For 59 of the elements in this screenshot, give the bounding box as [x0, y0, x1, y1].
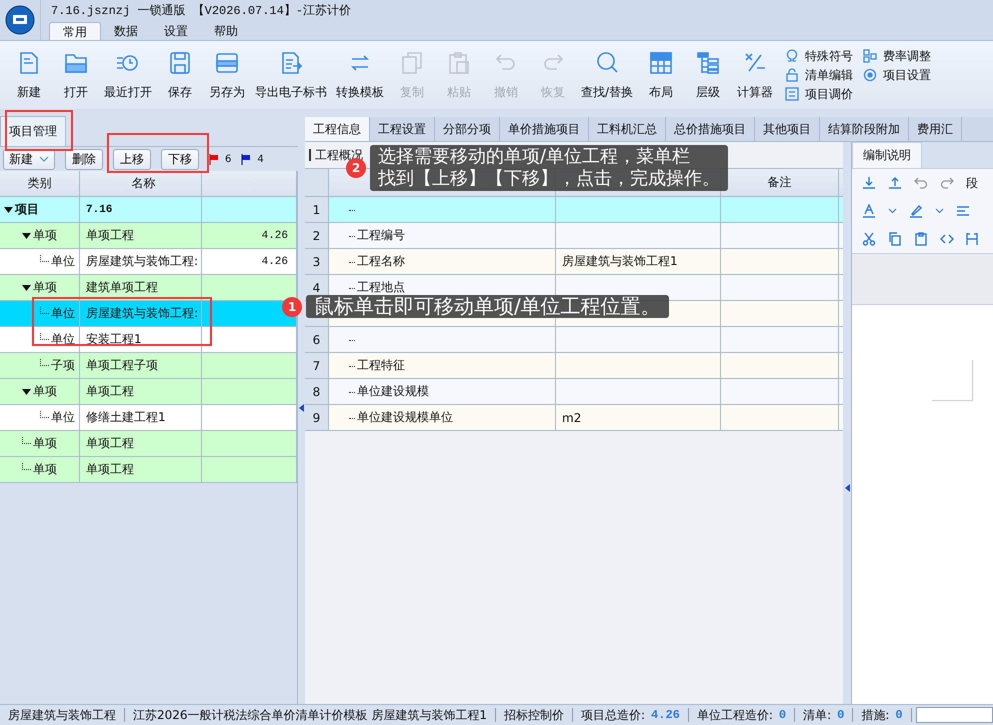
- tree-type: 单项: [33, 383, 57, 400]
- tree-name: 7.16: [86, 204, 112, 216]
- tree-type: 单项: [33, 435, 57, 452]
- tree-type: 子项: [51, 357, 75, 374]
- status-value: 0: [778, 708, 786, 722]
- column-header: 名称: [80, 171, 202, 196]
- tree-total: 4.26: [262, 230, 288, 242]
- tree-type: 单位: [51, 409, 75, 426]
- tree-total: 4.26: [262, 256, 288, 268]
- status-label: 单位工程造价:: [696, 706, 773, 724]
- row-number: 6: [312, 332, 320, 346]
- tree-name: 房屋建筑与装饰工程:: [86, 305, 198, 322]
- tree-name: 单项工程: [86, 435, 134, 452]
- tree-name: 单项工程子项: [86, 357, 158, 374]
- status-label: 措施:: [861, 706, 890, 724]
- field-name: 工程特征: [357, 357, 405, 374]
- status-label: 房屋建筑与装饰工程: [8, 706, 116, 724]
- status-value: 0: [837, 708, 844, 722]
- status-label: 江苏2026一般计税法综合单价清单计价模板 房屋建筑与装饰工程1: [133, 706, 487, 724]
- tree-name: 单项工程: [86, 227, 134, 244]
- tree-name: 建筑单项工程: [86, 279, 158, 296]
- flag-count: 6: [225, 154, 232, 164]
- tree-type: 单项: [33, 227, 57, 244]
- row-number: 4: [312, 280, 320, 294]
- tree-name: 修缮土建工程1: [86, 409, 166, 426]
- status-label: 项目总造价:: [581, 706, 646, 724]
- tooltip-text: 找到【上移】【下移】，点击，完成操作。: [378, 168, 720, 190]
- field-value: 房屋建筑与装饰工程1: [562, 253, 678, 270]
- row-number: 8: [312, 384, 320, 398]
- status-label: 清单:: [803, 706, 832, 724]
- field-name: 工程名称: [357, 253, 405, 270]
- row-number: 1: [312, 202, 320, 216]
- status-value: 4.26: [651, 708, 680, 722]
- row-number: 7: [312, 358, 320, 372]
- window-title: 7.16.jsznzj 一锁通版 【V2026.07.14】-江苏计价: [50, 3, 352, 20]
- tree-name: 单项工程: [86, 383, 134, 400]
- row-number: 9: [312, 410, 320, 424]
- tree-type: 单位: [51, 305, 75, 322]
- field-value: m2: [562, 410, 582, 424]
- tree-name: 单项工程: [86, 461, 134, 478]
- tree-name: 安装工程1: [86, 331, 142, 348]
- tree-type: 单位: [51, 331, 75, 348]
- tree-type: 单项: [33, 279, 57, 296]
- field-name: 单位建设规模: [357, 383, 429, 400]
- status-label: 招标控制价: [504, 706, 564, 724]
- row-number: 2: [312, 228, 320, 242]
- tree-type: 单位: [51, 253, 75, 270]
- status-value: 0: [895, 708, 903, 722]
- tree-name: 房屋建筑与装饰工程:: [86, 253, 198, 270]
- field-name: 工程地点: [357, 279, 405, 296]
- tooltip-text: 选择需要移动的单项/单位工程，菜单栏: [378, 146, 692, 168]
- field-name: 工程编号: [357, 227, 405, 244]
- column-header: 类别: [0, 171, 80, 196]
- tree-type: 单项: [33, 461, 57, 478]
- row-number: 3: [312, 254, 320, 268]
- flag-count: 4: [257, 154, 264, 164]
- column-header: 备注: [768, 174, 792, 191]
- field-name: 单位建设规模单位: [357, 409, 453, 426]
- tree-type: 项目: [15, 201, 39, 218]
